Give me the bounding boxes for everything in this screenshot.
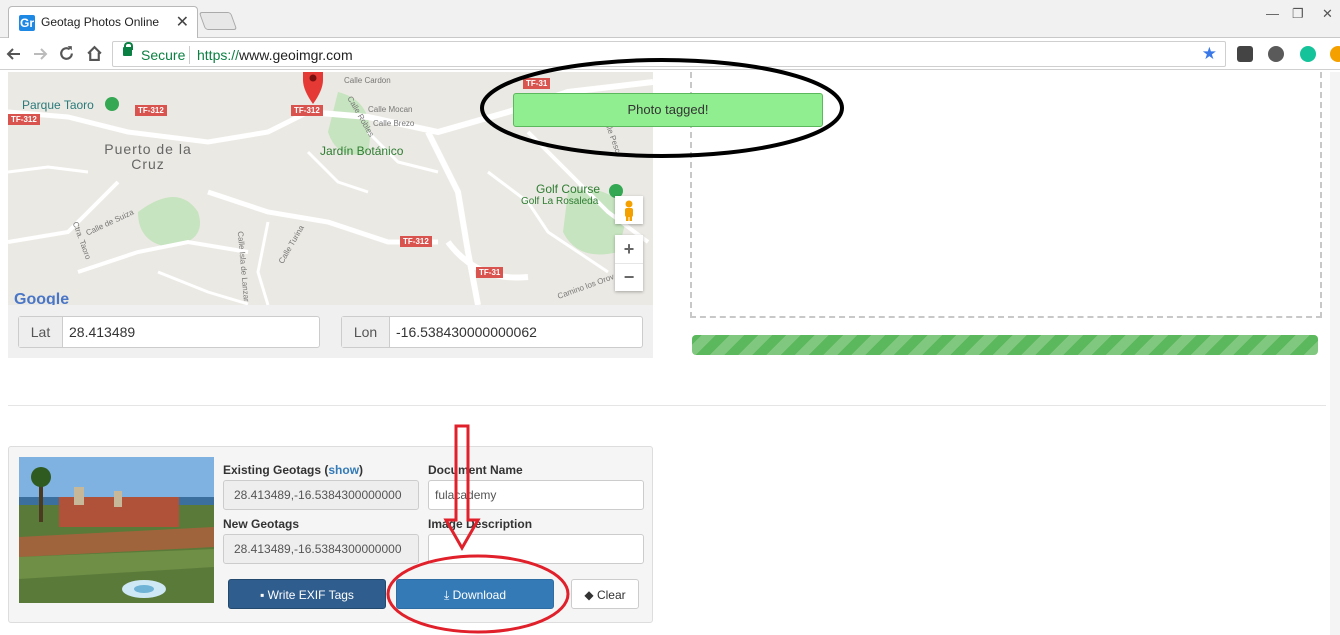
street-label: Calle Mocan (368, 105, 413, 114)
image-description-input[interactable] (428, 534, 644, 564)
road-shield: TF-31 (476, 267, 504, 278)
url-host: www.geoimgr.com (239, 47, 353, 63)
address-bar[interactable]: Secure https://www.geoimgr.com ★ (112, 41, 1226, 67)
download-button[interactable]: ⤓ Download (396, 579, 554, 609)
lat-input-group: Lat 28.413489 (18, 316, 320, 348)
clear-label: Clear (596, 588, 626, 602)
tab-title: Geotag Photos Online (41, 15, 160, 29)
lon-input-group: Lon -16.538430000000062 (341, 316, 643, 348)
grammarly-extension-icon[interactable] (1300, 46, 1316, 62)
window-close-icon[interactable]: ✕ (1322, 6, 1333, 22)
existing-geotags-field[interactable]: 28.413489,-16.5384300000000 (223, 480, 419, 510)
browser-tab-bar: Gr Geotag Photos Online ✕ — ❐ ✕ (0, 0, 1340, 38)
url-scheme: https:// (197, 47, 240, 63)
existing-geotags-label: Existing Geotags (show) (223, 463, 363, 477)
road-shield: TF-312 (291, 105, 323, 116)
new-tab-button[interactable] (198, 12, 238, 30)
geoimgr-favicon-icon: Gr (19, 15, 35, 31)
download-icon: ⤓ (443, 588, 453, 602)
write-exif-tags-label: Write EXIF Tags (267, 588, 354, 602)
reload-icon[interactable] (58, 45, 75, 62)
map-label-puerto-de-la-cruz: Puerto de la Cruz (104, 141, 192, 172)
road-shield: TF-312 (8, 114, 40, 125)
forward-icon[interactable] (32, 46, 48, 62)
zoom-in-button[interactable]: + (615, 235, 643, 263)
new-geotags-label: New Geotags (223, 517, 300, 531)
minimize-icon[interactable]: — (1266, 6, 1279, 21)
document-name-label: Document Name (428, 463, 523, 477)
back-icon[interactable] (6, 46, 22, 62)
map-label-golf-la-rosaleda: Golf La Rosaleda (521, 196, 599, 207)
road-shield: TF-312 (400, 236, 432, 247)
show-geotags-link[interactable]: show (328, 463, 359, 477)
map-label-jardin-botanico: Jardín Botánico (320, 144, 404, 158)
street-label: Calle Brezo (373, 119, 415, 128)
download-label: Download (452, 588, 506, 602)
existing-geotags-label-end: ) (359, 463, 364, 477)
photo-thumbnail (19, 457, 214, 603)
clear-button[interactable]: ◆ Clear (571, 579, 639, 609)
pegman-icon[interactable] (615, 196, 643, 224)
home-icon[interactable] (86, 45, 103, 62)
browser-tab[interactable]: Gr Geotag Photos Online ✕ (8, 6, 198, 38)
url-text[interactable]: https://www.geoimgr.com (197, 47, 353, 63)
profile-avatar[interactable] (1330, 46, 1340, 62)
road-shield: TF-31 (523, 78, 551, 89)
lon-label: Lon (342, 317, 390, 347)
tab-close-icon[interactable]: ✕ (176, 12, 189, 32)
browser-toolbar: Secure https://www.geoimgr.com ★ (0, 38, 1340, 70)
existing-geotags-label-text: Existing Geotags ( (223, 463, 329, 477)
lock-icon (123, 42, 133, 56)
secure-label: Secure (141, 47, 186, 63)
park-icon (105, 97, 119, 111)
write-exif-tags-button[interactable]: ▪ Write EXIF Tags (228, 579, 386, 609)
street-label: Calle Cardon (344, 76, 391, 85)
map-label-golf-course: Golf Course (536, 182, 601, 196)
extension-icon[interactable] (1237, 46, 1253, 62)
restore-icon[interactable]: ❐ (1292, 6, 1304, 22)
lat-label: Lat (19, 317, 63, 347)
google-logo: Google (14, 291, 70, 305)
road-shield: TF-312 (135, 105, 167, 116)
zoom-out-button[interactable]: − (615, 263, 643, 291)
page-scrollbar[interactable] (1330, 72, 1340, 635)
lat-input[interactable]: 28.413489 (63, 317, 135, 347)
bookmark-star-icon[interactable]: ★ (1202, 44, 1217, 64)
divider (8, 405, 1326, 406)
document-name-input[interactable]: fulacademy (428, 480, 644, 510)
upload-progress-bar (692, 335, 1318, 355)
eraser-icon: ◆ (584, 588, 597, 602)
divider (189, 46, 190, 64)
photo-panel: Existing Geotags (show) 28.413489,-16.53… (8, 446, 653, 623)
zoom-controls: + − (615, 235, 643, 291)
floppy-disk-icon: ▪ (260, 588, 268, 602)
coordinates-bar: Lat 28.413489 Lon -16.538430000000062 (8, 305, 653, 358)
new-geotags-field[interactable]: 28.413489,-16.5384300000000 (223, 534, 419, 564)
evernote-extension-icon[interactable] (1268, 46, 1284, 62)
lon-input[interactable]: -16.538430000000062 (390, 317, 537, 347)
image-description-label: Image Description (428, 517, 533, 531)
photo-tagged-toast: Photo tagged! (513, 93, 823, 127)
map-label-parque-taoro: Parque Taoro (22, 98, 94, 112)
